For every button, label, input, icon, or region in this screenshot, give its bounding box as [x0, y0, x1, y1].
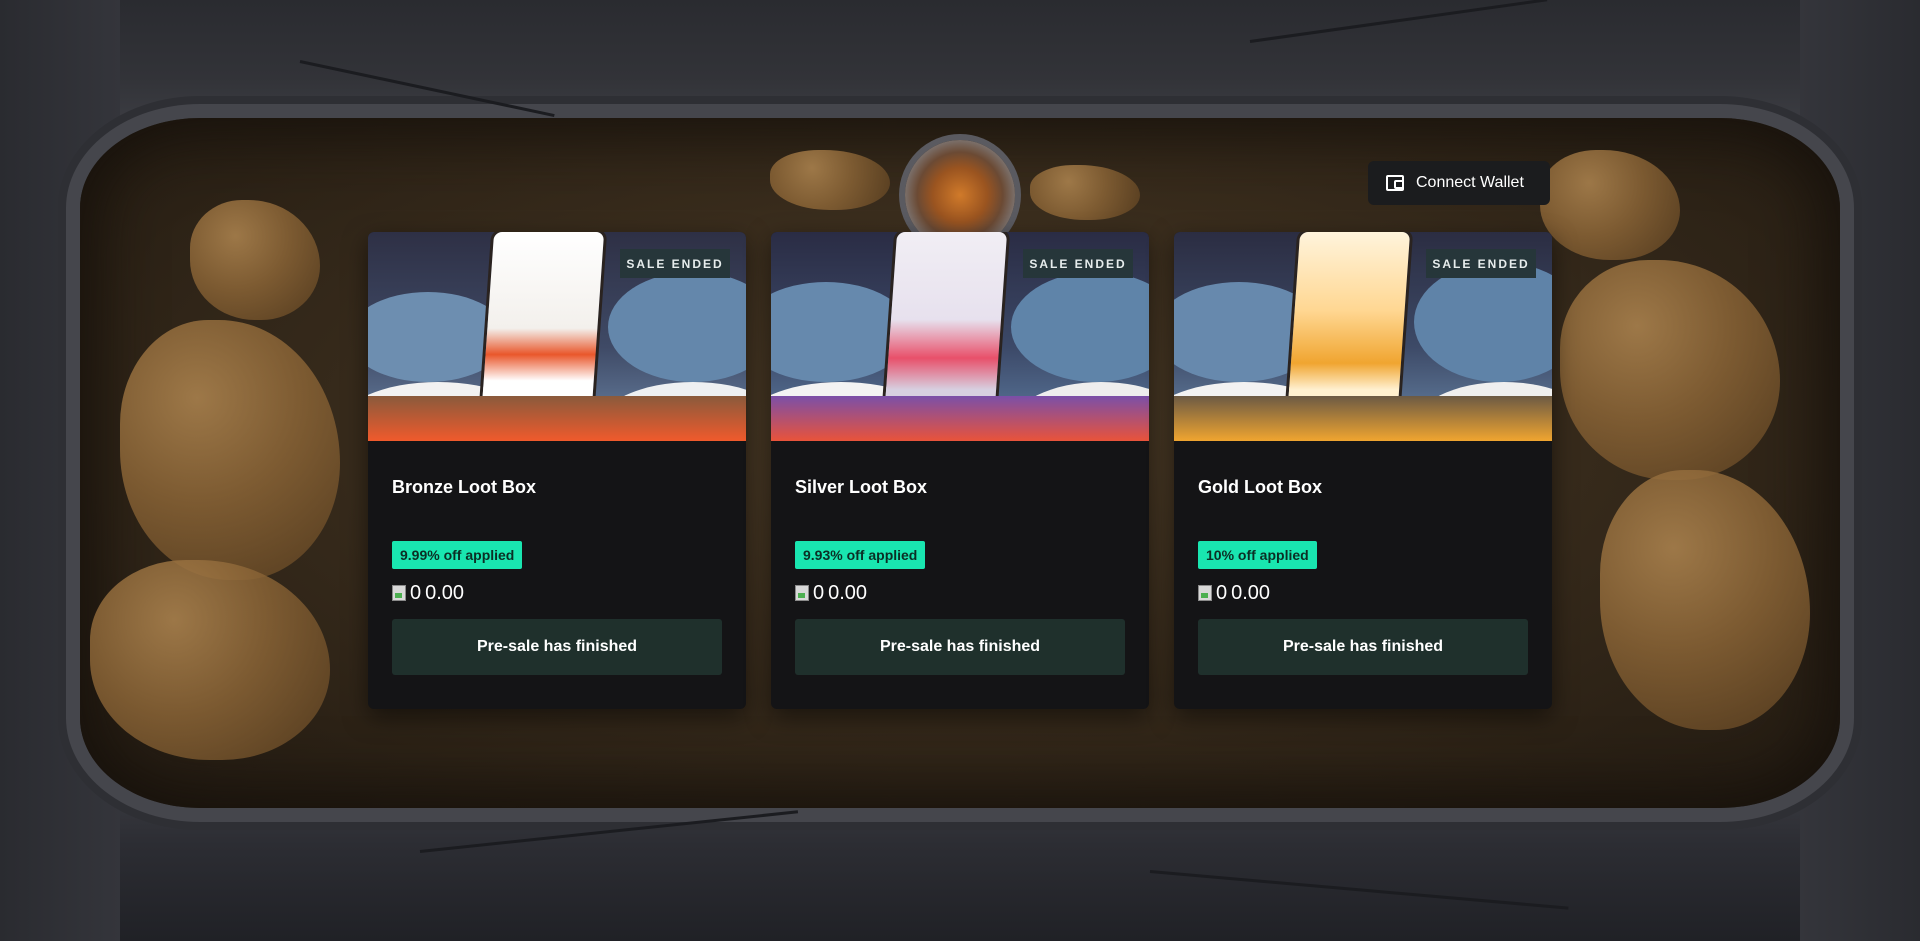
token-image-icon: [392, 585, 406, 601]
price-prefix: 0: [410, 581, 422, 604]
wallet-icon: [1386, 175, 1404, 191]
card-title: Silver Loot Box: [795, 477, 928, 497]
discount-badge: 10% off applied: [1198, 541, 1317, 569]
sale-ended-badge: SALE ENDED: [1023, 249, 1133, 278]
stone-wall-top: [0, 0, 1920, 130]
price: 0 0.00: [1198, 581, 1528, 605]
loot-box-card-bronze: SALE ENDED Bronze Loot Box 9.99% off app…: [368, 232, 746, 709]
discount-badge: 9.93% off applied: [795, 541, 926, 569]
loot-box-card-silver: SALE ENDED Silver Loot Box 9.93% off app…: [771, 232, 1149, 709]
connect-wallet-label: Connect Wallet: [1416, 174, 1524, 191]
price-value: 0.00: [1231, 581, 1271, 604]
price: 0 0.00: [795, 581, 1125, 605]
card-title: Bronze Loot Box: [392, 477, 536, 497]
price-value: 0.00: [425, 581, 465, 604]
price: 0 0.00: [392, 581, 722, 605]
card-title: Gold Loot Box: [1198, 477, 1322, 497]
token-image-icon: [1198, 585, 1212, 601]
sale-ended-badge: SALE ENDED: [1426, 249, 1536, 278]
token-image-icon: [795, 585, 809, 601]
loot-box-card-gold: SALE ENDED Gold Loot Box 10% off applied…: [1174, 232, 1552, 709]
loot-box-image: SALE ENDED: [771, 232, 1149, 441]
presale-finished-button[interactable]: Pre-sale has finished: [1198, 619, 1528, 675]
presale-finished-button[interactable]: Pre-sale has finished: [795, 619, 1125, 675]
loot-box-image: SALE ENDED: [368, 232, 746, 441]
sale-ended-badge: SALE ENDED: [620, 249, 730, 278]
price-value: 0.00: [828, 581, 868, 604]
presale-finished-button[interactable]: Pre-sale has finished: [392, 619, 722, 675]
price-prefix: 0: [1216, 581, 1228, 604]
discount-badge: 9.99% off applied: [392, 541, 523, 569]
loot-box-image: SALE ENDED: [1174, 232, 1552, 441]
connect-wallet-button[interactable]: Connect Wallet: [1368, 161, 1550, 205]
price-prefix: 0: [813, 581, 825, 604]
